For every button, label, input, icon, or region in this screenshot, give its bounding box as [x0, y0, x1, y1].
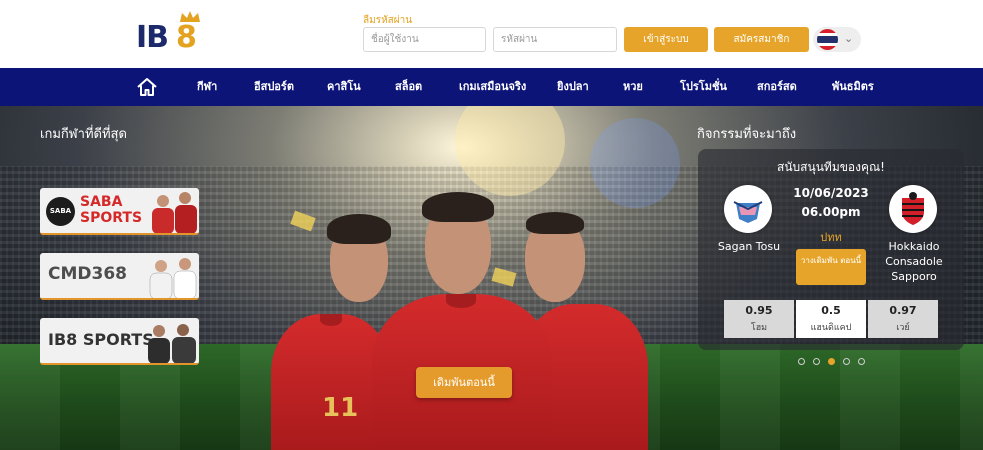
- register-button[interactable]: สมัครสมาชิก: [714, 27, 809, 52]
- player-hair: [327, 214, 391, 244]
- nav-promotions[interactable]: โปรโมชั่น: [680, 68, 727, 106]
- nav-lottery[interactable]: หวย: [623, 68, 643, 106]
- match-time: 06.00pm: [801, 205, 861, 219]
- provider-name: CMD368: [48, 264, 127, 284]
- nav-affiliate[interactable]: พันธมิตร: [832, 68, 874, 106]
- nav-live-score[interactable]: สกอร์สด: [757, 68, 797, 106]
- username-input[interactable]: [363, 27, 486, 52]
- carousel-dot[interactable]: [813, 358, 820, 365]
- lens-flare: [590, 118, 680, 208]
- odds-value: 0.95: [745, 304, 773, 317]
- player-hair: [422, 192, 494, 222]
- bet-now-button[interactable]: เดิมพันตอนนี้: [416, 367, 512, 398]
- thailand-flag-icon: [817, 29, 838, 50]
- odds-label: แฮนดิแคป: [810, 323, 852, 333]
- chevron-down-icon: ⌄: [844, 32, 854, 45]
- logo-text-ib: IB: [136, 20, 169, 55]
- provider-name-line1: SABA: [80, 194, 123, 210]
- player-number: 11: [322, 393, 359, 423]
- main-nav: กีฬา อีสปอร์ต คาสิโน สล็อต เกมเสมือนจริง…: [0, 68, 983, 106]
- provider-name-line2: SPORTS: [80, 210, 143, 226]
- top-header: IB 8 ลืมรหัสผ่าน เข้าสู่ระบบ สมัครสมาชิก…: [0, 0, 983, 68]
- upcoming-events-title: กิจกรรมที่จะมาถึง: [697, 127, 797, 142]
- forgot-password-link[interactable]: ลืมรหัสผ่าน: [363, 13, 412, 28]
- nav-casino[interactable]: คาสิโน: [327, 68, 361, 106]
- language-selector[interactable]: ⌄: [813, 27, 861, 52]
- match-card-title: สนับสนุนทีมของคุณ!: [777, 160, 885, 174]
- upcoming-match-card: สนับสนุนทีมของคุณ! Sagan Tosu Hokkaido C…: [698, 149, 964, 350]
- nav-sports[interactable]: กีฬา: [197, 68, 217, 106]
- odds-handicap[interactable]: 0.5 แฮนดิแคป: [796, 300, 866, 338]
- carousel-dot[interactable]: [798, 358, 805, 365]
- nav-slots[interactable]: สล็อต: [395, 68, 422, 106]
- nav-fishing[interactable]: ยิงปลา: [557, 68, 589, 106]
- provider-saba-sports[interactable]: SABA SABA SPORTS: [40, 188, 199, 235]
- provider-ib8-sports[interactable]: IB8 SPORTS: [40, 318, 199, 365]
- carousel-dot[interactable]: [858, 358, 865, 365]
- sagan-tosu-logo-icon: [724, 185, 772, 233]
- login-button[interactable]: เข้าสู่ระบบ: [624, 27, 708, 52]
- hero-banner: เกมกีฬาที่ดีที่สุด กิจกรรมที่จะมาถึง SAB…: [0, 106, 983, 450]
- player-collar: [446, 294, 476, 308]
- best-sports-games-title: เกมกีฬาที่ดีที่สุด: [40, 127, 127, 142]
- away-team-name: Hokkaido Consadole Sapporo: [885, 240, 943, 283]
- place-bet-button[interactable]: วางเดิมพัน ตอนนี้: [796, 249, 866, 285]
- nav-esports[interactable]: อีสปอร์ต: [254, 68, 294, 106]
- ib8-logo[interactable]: IB 8: [136, 11, 206, 56]
- odds-label: เวย์: [896, 323, 910, 333]
- provider-cmd368[interactable]: CMD368: [40, 253, 199, 300]
- provider-players-image: [149, 258, 197, 298]
- match-date: 10/06/2023: [793, 186, 869, 200]
- logo-text-8: 8: [176, 20, 197, 55]
- saba-badge: SABA: [46, 197, 75, 226]
- provider-name: IB8 SPORTS: [48, 330, 154, 349]
- match-league: ปทท: [820, 231, 842, 244]
- provider-players-image: [148, 324, 196, 363]
- odds-label: โฮม: [750, 323, 768, 333]
- nav-virtual-games[interactable]: เกมเสมือนจริง: [459, 68, 526, 106]
- carousel-dot[interactable]: [843, 358, 850, 365]
- odds-home[interactable]: 0.95 โฮม: [724, 300, 794, 338]
- carousel-dots: [798, 358, 868, 366]
- player-hair: [526, 212, 584, 234]
- player-collar: [320, 314, 342, 326]
- odds-away[interactable]: 0.97 เวย์: [868, 300, 938, 338]
- carousel-dot[interactable]: [828, 358, 835, 365]
- provider-name: SABA SPORTS: [80, 194, 142, 226]
- home-icon[interactable]: [136, 76, 158, 98]
- provider-players-image: [152, 192, 197, 233]
- odds-value: 0.5: [821, 304, 841, 317]
- odds-value: 0.97: [889, 304, 917, 317]
- home-team-name: Sagan Tosu: [717, 240, 781, 253]
- password-input[interactable]: [493, 27, 617, 52]
- hokkaido-consadole-sapporo-logo-icon: [889, 185, 937, 233]
